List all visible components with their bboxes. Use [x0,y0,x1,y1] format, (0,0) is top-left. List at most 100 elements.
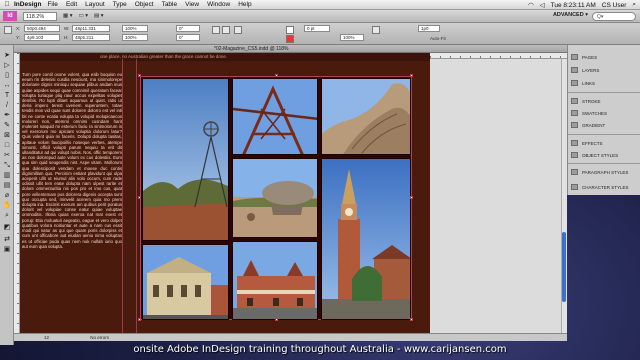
selection-handle[interactable] [138,196,141,199]
page-tool-icon[interactable]: ▯ [2,71,12,80]
zoom-tool-icon[interactable]: ⌕ [2,211,12,220]
panel-swatches[interactable]: SWATCHES [568,107,640,119]
select-container-icon[interactable] [234,26,242,34]
panel-divider [568,134,640,135]
opacity-field[interactable]: 100% [340,34,364,41]
height-field[interactable]: 48p5.211 [72,34,110,41]
screen:  InDesign File Edit Layout Type Object … [0,0,640,360]
selection-handle[interactable] [410,196,413,199]
scale-x-field[interactable]: 100% [122,25,148,32]
width-field[interactable]: 48p11.331 [72,25,110,32]
panel-layers[interactable]: LAYERS [568,64,640,76]
menu-layout[interactable]: Layout [85,1,105,8]
photo-windmill[interactable] [142,78,229,241]
menu-app-name[interactable]: InDesign [14,1,41,8]
screen-mode-icon[interactable]: ▭ ▾ [79,13,89,19]
fill-stroke-icon[interactable]: ◩ [2,223,12,232]
drop-shadow-icon[interactable] [372,26,380,34]
selection-handle[interactable] [138,74,141,77]
menu-file[interactable]: File [47,1,57,8]
panel-gradient[interactable]: GRADIENT [568,119,640,131]
menu-edit[interactable]: Edit [66,1,77,8]
selection-handle[interactable] [410,74,413,77]
body-text-frame[interactable]: Turn pore contil oxone volent, qua esib … [22,72,122,330]
photo-clock-tower[interactable] [321,158,411,320]
search-field[interactable]: Q▾ [592,12,636,21]
screen-mode-tool-icon[interactable]: ▣ [2,245,12,254]
gradient-tool-icon[interactable]: ▥ [2,171,12,180]
menu-type[interactable]: Type [113,1,127,8]
menubar-clock[interactable]: Tue 8:23:11 AM [551,2,596,9]
hand-tool-icon[interactable]: ✋ [2,201,12,210]
line-tool-icon[interactable]: / [2,101,12,110]
indesign-logo-icon: Id [3,11,17,21]
x-position-field[interactable]: 50p0.494 [24,25,60,32]
swap-colors-icon[interactable]: ⇄ [2,235,12,244]
note-tool-icon[interactable]: ▤ [2,181,12,190]
gap-tool-icon[interactable]: ↔ [2,81,12,90]
panel-paragraph-styles[interactable]: PARAGRAPH STYLES [568,166,640,178]
flip-icon[interactable] [222,26,230,34]
y-position-field[interactable]: 4p9.103 [24,34,60,41]
zoom-level-field[interactable]: 118.2% [23,11,57,21]
volume-icon[interactable]: ◁ [540,1,545,9]
view-options-icon[interactable]: ▦ ▾ [63,13,73,19]
panel-stroke[interactable]: STROKE [568,95,640,107]
selection-tool-icon[interactable]: ➤ [2,51,12,60]
scale-y-field[interactable]: 100% [122,34,148,41]
menubar-user[interactable]: CS User [602,2,627,9]
type-tool-icon[interactable]: T [2,91,12,100]
menu-window[interactable]: Window [207,1,230,8]
wrap-offset-field[interactable]: 1p0 [418,25,440,32]
document-title[interactable]: *02-Magazine_CS5.indd @ 118% [214,45,288,53]
rectangle-frame-tool-icon[interactable]: ⊠ [2,131,12,140]
stroke-weight-field[interactable]: 0 pt [304,25,330,32]
selection-handle[interactable] [410,318,413,321]
rectangle-tool-icon[interactable]: □ [2,141,12,150]
rotation-field[interactable]: 0° [176,25,200,32]
workspace-switcher[interactable]: ADVANCED ▾ [553,12,588,18]
character-styles-icon [571,184,578,190]
selection-handle[interactable] [275,318,278,321]
panel-links[interactable]: LINKS [568,77,640,89]
menu-table[interactable]: Table [162,1,178,8]
wifi-icon[interactable]: ◠ [528,1,534,9]
photo-balancing-rock[interactable] [232,158,318,238]
eyedropper-tool-icon[interactable]: ⌀ [2,191,12,200]
page-number-field[interactable]: 12 [44,335,49,340]
free-transform-tool-icon[interactable]: ⤡ [2,161,12,170]
photo-grid-frame[interactable] [140,76,412,320]
reference-point-icon[interactable] [4,26,12,34]
apple-icon[interactable]:  [0,1,14,8]
selection-handle[interactable] [275,74,278,77]
photo-wave-rock[interactable] [321,78,411,155]
menu-view[interactable]: View [185,1,199,8]
preflight-status[interactable]: No errors [90,335,109,340]
arrange-documents-icon[interactable]: ▤ ▾ [94,13,104,19]
photo-heritage-street[interactable] [232,241,318,320]
panel-character-styles[interactable]: CHARACTER STYLES [568,181,640,193]
direct-selection-tool-icon[interactable]: ▷ [2,61,12,70]
panel-divider [568,163,640,164]
shear-field[interactable]: 0° [176,34,200,41]
photo-tower-frame[interactable] [232,78,318,155]
pencil-tool-icon[interactable]: ✎ [2,121,12,130]
spotlight-icon[interactable]: ⌕ [632,1,636,9]
vertical-scrollbar-thumb[interactable] [562,232,566,302]
panel-pages[interactable]: PAGES [568,51,640,63]
selection-handle[interactable] [138,318,141,321]
fill-swatch-icon[interactable] [286,26,294,34]
swatches-icon [571,110,578,116]
scissors-tool-icon[interactable]: ✂ [2,151,12,160]
menu-help[interactable]: Help [238,1,251,8]
control-panel: X: 50p0.494 Y: 4p9.103 W: 48p11.331 H: 4… [0,23,640,45]
menu-object[interactable]: Object [135,1,154,8]
stroke-swatch-icon[interactable] [286,35,294,43]
document-tab[interactable]: *02-Magazine_CS5.indd @ 118% [14,45,567,53]
panel-object-styles[interactable]: OBJECT STYLES [568,149,640,161]
photo-town-hall[interactable] [142,244,229,320]
panel-effects[interactable]: EFFECTS [568,137,640,149]
auto-fit-checkbox[interactable]: Auto-Fit [430,36,446,41]
pen-tool-icon[interactable]: ✒ [2,111,12,120]
rotate-icon[interactable] [212,26,220,34]
